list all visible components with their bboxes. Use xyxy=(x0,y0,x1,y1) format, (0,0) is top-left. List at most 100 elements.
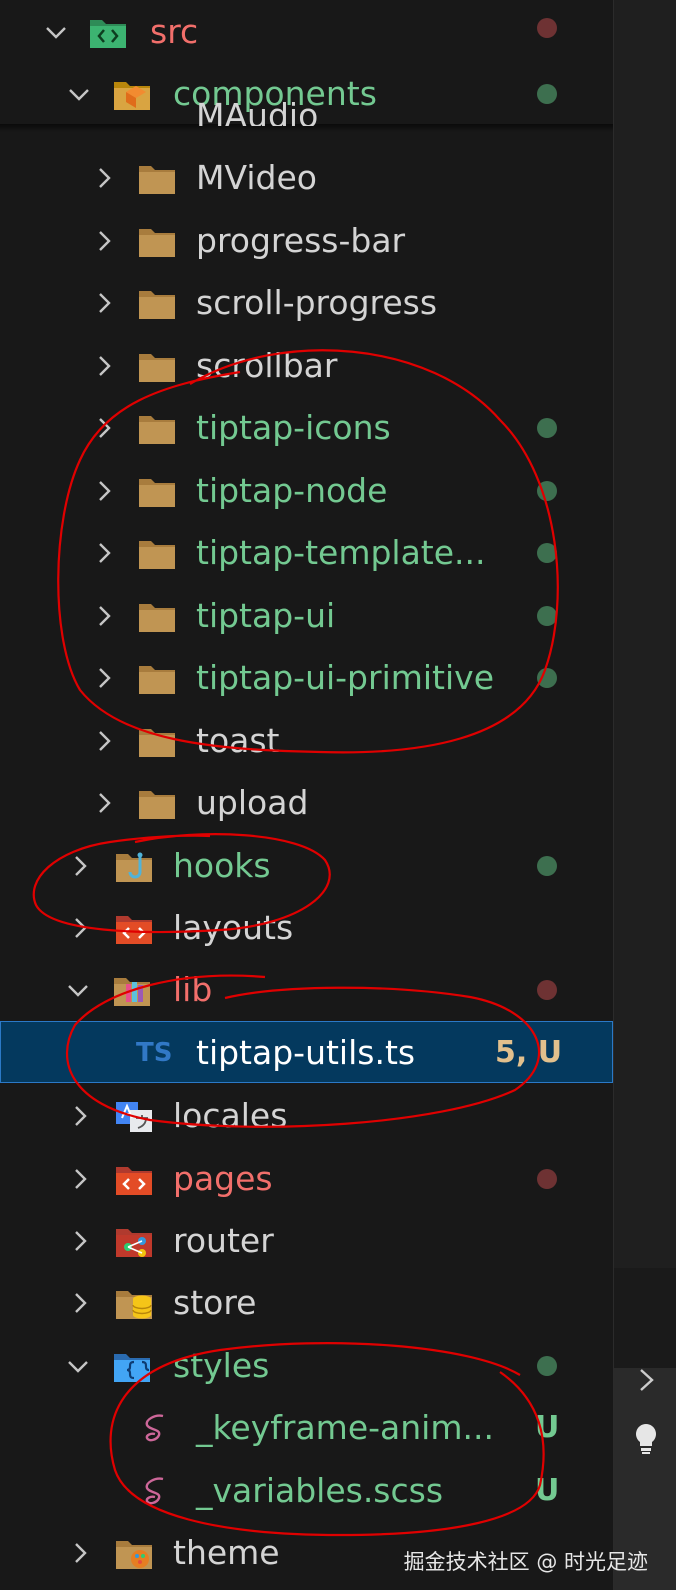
tree-item-pages[interactable]: pages xyxy=(0,1147,613,1210)
git-status-untracked: U xyxy=(535,1410,560,1445)
folder-store-icon xyxy=(116,1291,152,1319)
chevron-right-icon xyxy=(99,793,111,813)
tree-item-label: theme xyxy=(173,1533,280,1572)
git-status-dot xyxy=(537,668,557,688)
folder-icon xyxy=(139,166,175,194)
tree-item-label: tiptap-icons xyxy=(196,408,391,447)
chevron-right-icon xyxy=(99,606,111,626)
tree-item-label: MVideo xyxy=(196,158,317,197)
git-status-dot xyxy=(537,18,557,38)
folder-hooks-icon xyxy=(116,852,152,882)
git-status-dot xyxy=(537,980,557,1000)
chevron-right-icon xyxy=(99,418,111,438)
chevron-right-icon xyxy=(99,668,111,688)
folder-icon xyxy=(139,229,175,257)
problems-and-git-status: 5, U xyxy=(495,1035,563,1070)
tree-item-src[interactable]: src xyxy=(0,0,613,63)
chevron-right-icon xyxy=(99,731,111,751)
tree-item-label: styles xyxy=(173,1346,270,1385)
folder-icon xyxy=(139,479,175,507)
file-explorer: src components MAudio MVideo progress-ba… xyxy=(0,0,613,1590)
chevron-right-icon[interactable] xyxy=(628,1362,664,1398)
tree-item-styles[interactable]: styles xyxy=(0,1334,613,1397)
folder-icon xyxy=(139,354,175,382)
tree-item-label: scrollbar xyxy=(196,346,338,385)
tree-item-label: lib xyxy=(173,970,213,1009)
tree-item-lib[interactable]: lib xyxy=(0,958,613,1021)
chevron-right-icon xyxy=(99,356,111,376)
tree-item-label: _variables.scss xyxy=(196,1471,444,1510)
tree-item-label: store xyxy=(173,1283,257,1322)
chevron-right-icon xyxy=(75,856,87,876)
tree-item-locales[interactable]: locales xyxy=(0,1084,613,1147)
folder-locales-icon xyxy=(116,1102,152,1132)
chevron-right-icon xyxy=(75,1293,87,1313)
folder-icon xyxy=(139,416,175,444)
tree-item-tiptap-icons[interactable]: tiptap-icons xyxy=(0,396,613,459)
tree-item-router[interactable]: router xyxy=(0,1209,613,1272)
tree-item-label: locales xyxy=(173,1096,288,1135)
tree-item-label: scroll-progress xyxy=(196,283,438,322)
folder-icon xyxy=(139,791,175,819)
chevron-right-icon xyxy=(99,231,111,251)
chevron-right-icon xyxy=(75,918,87,938)
folder-lib-icon xyxy=(114,978,150,1006)
chevron-right-icon xyxy=(99,543,111,563)
folder-router-icon xyxy=(116,1229,152,1257)
folder-pages-icon xyxy=(116,1167,152,1195)
editor-side-rail xyxy=(613,0,676,1590)
chevron-right-icon xyxy=(99,293,111,313)
tree-item-scroll-progress[interactable]: scroll-progress xyxy=(0,271,613,334)
folder-theme-icon xyxy=(116,1541,152,1569)
tree-item-label: tiptap-node xyxy=(196,471,388,510)
folder-icon xyxy=(139,729,175,757)
tree-item-layouts[interactable]: layouts xyxy=(0,896,613,959)
git-status-dot xyxy=(537,418,557,438)
typescript-icon: TS xyxy=(136,1038,173,1068)
chevron-right-icon xyxy=(75,1231,87,1251)
git-status-dot xyxy=(537,856,557,876)
chevron-down-icon xyxy=(68,1361,88,1373)
tree-item-mvideo[interactable]: MVideo xyxy=(0,146,613,209)
tree-item-scrollbar[interactable]: scrollbar xyxy=(0,334,613,397)
git-status-dot xyxy=(537,1356,557,1376)
chevron-right-icon xyxy=(75,1169,87,1189)
tree-item-tiptap-node[interactable]: tiptap-node xyxy=(0,459,613,522)
chevron-down-icon xyxy=(68,985,88,997)
tree-item-tiptap-ui-primitive[interactable]: tiptap-ui-primitive xyxy=(0,646,613,709)
git-status-dot xyxy=(537,606,557,626)
tree-item-upload[interactable]: upload xyxy=(0,771,613,834)
tree-item-keyframe-animations[interactable]: _keyframe-anim... U xyxy=(0,1396,613,1459)
rail-divider xyxy=(614,1268,676,1368)
folder-icon xyxy=(139,666,175,694)
tree-item-toast[interactable]: toast xyxy=(0,709,613,772)
sass-icon xyxy=(145,1414,164,1442)
tree-item-label: pages xyxy=(173,1159,273,1198)
chevron-down-icon xyxy=(46,27,66,39)
tree-item-label: progress-bar xyxy=(196,221,406,260)
chevron-right-icon xyxy=(75,1543,87,1563)
tree-item-tiptap-utils[interactable]: TS tiptap-utils.ts 5, U xyxy=(0,1021,613,1083)
tree-item-progress-bar[interactable]: progress-bar xyxy=(0,209,613,272)
tree-item-label: upload xyxy=(196,783,309,822)
tree-item-label: tiptap-ui-primitive xyxy=(196,658,494,697)
chevron-right-icon xyxy=(99,481,111,501)
tree-item-tiptap-ui[interactable]: tiptap-ui xyxy=(0,584,613,647)
tree-item-label: tiptap-template... xyxy=(196,533,486,572)
folder-src-icon xyxy=(90,20,126,48)
watermark: 掘金技术社区 @ 时光足迹 xyxy=(403,1550,648,1574)
tree-item-label: router xyxy=(173,1221,274,1260)
tree-item-tiptap-templates[interactable]: tiptap-template... xyxy=(0,521,613,584)
tree-item-label: layouts xyxy=(173,908,294,947)
tree-item-hooks[interactable]: hooks xyxy=(0,834,613,897)
folder-styles-icon xyxy=(114,1354,150,1382)
lightbulb-icon[interactable] xyxy=(628,1420,664,1456)
tree-item-store[interactable]: store xyxy=(0,1271,613,1334)
tree-item-label: hooks xyxy=(173,846,271,885)
tree-item-label: src xyxy=(150,12,199,51)
folder-icon xyxy=(139,541,175,569)
folder-icon xyxy=(139,604,175,632)
tree-item-label: tiptap-utils.ts xyxy=(196,1033,416,1072)
tree-item-variables-scss[interactable]: _variables.scss U xyxy=(0,1459,613,1522)
chevron-right-icon xyxy=(75,1106,87,1126)
